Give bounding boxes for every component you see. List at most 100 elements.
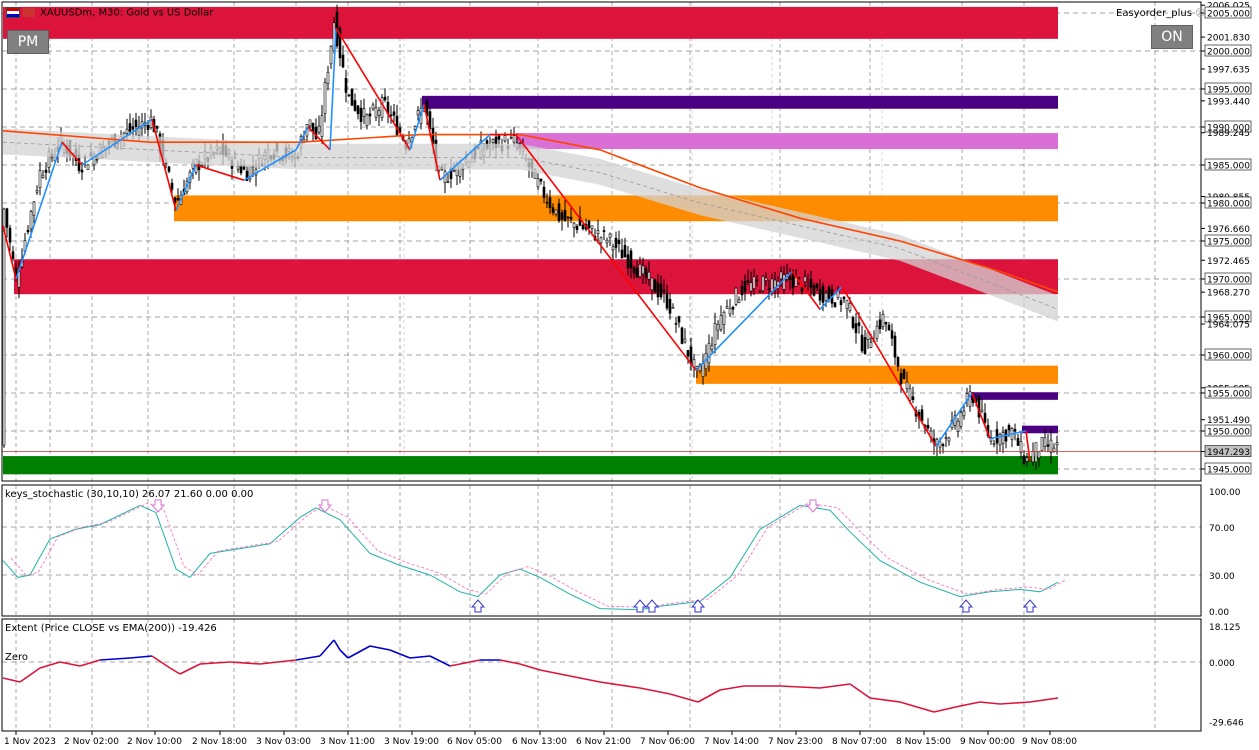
price-tick-label: 2001.830: [1207, 34, 1250, 44]
candle-body: [308, 119, 312, 127]
panel-frame: [1, 618, 1202, 732]
on-button[interactable]: ON: [1151, 25, 1193, 49]
time-tick-label: 7 Nov 06:00: [640, 737, 695, 747]
candle-body: [8, 227, 12, 243]
candle-body: [620, 249, 624, 259]
candle-body: [149, 116, 153, 129]
candle-body: [170, 182, 174, 190]
candle-body: [608, 233, 612, 238]
candle-body: [710, 345, 714, 350]
candle-body: [317, 125, 321, 133]
candle-body: [959, 412, 963, 427]
candle-body: [125, 128, 129, 134]
candle-body: [860, 334, 864, 352]
sell-arrow-icon: [805, 499, 821, 513]
candle-body: [845, 300, 849, 310]
price-tick-label: 1970.000: [1207, 276, 1250, 286]
candle-body: [1019, 441, 1023, 453]
chart-canvas[interactable]: 2006.0252005.0002001.8302000.0001997.635…: [0, 0, 1259, 750]
zone-rect: [516, 133, 1058, 150]
candle-body: [365, 114, 369, 127]
candle-body: [377, 110, 381, 116]
candle-body: [596, 230, 600, 234]
candle-body: [446, 181, 450, 183]
extent-tick-label: 0.000: [1209, 659, 1235, 669]
candle-body: [893, 335, 897, 358]
candle-body: [545, 201, 549, 204]
candle-body: [29, 211, 33, 230]
candle-body: [746, 280, 750, 283]
candle-body: [926, 424, 930, 429]
stoch-title: keys_stochastic (30,10,10) 26.07 21.60 0…: [5, 489, 254, 500]
candle-body: [614, 237, 618, 248]
extent-segment: [697, 689, 721, 703]
candle-body: [329, 45, 333, 65]
buy-arrow-icon: [470, 599, 486, 613]
candle-body: [1025, 457, 1029, 462]
candle-body: [1046, 444, 1050, 447]
candle-body: [86, 164, 90, 170]
candle-body: [38, 170, 42, 188]
candle-body: [503, 135, 507, 142]
time-tick-label: 6 Nov 13:00: [512, 737, 567, 747]
candle-body: [344, 78, 348, 93]
smiley-icon: ☺: [1195, 8, 1206, 19]
candle-body: [353, 100, 357, 111]
candle-body: [911, 396, 915, 400]
pm-button[interactable]: PM: [7, 30, 49, 54]
candle-body: [842, 296, 846, 300]
candle-body: [80, 169, 84, 173]
candle-body: [629, 250, 633, 269]
candle-body: [815, 283, 819, 288]
candle-body: [587, 220, 591, 229]
candle-body: [644, 268, 648, 278]
panel-frame: [1, 484, 1202, 617]
time-tick-label: 2 Nov 18:00: [192, 737, 247, 747]
extent-segment: [409, 655, 431, 659]
candle-body: [881, 314, 885, 327]
candle-body: [383, 96, 387, 101]
extent-segment: [179, 663, 201, 675]
time-tick-label: 9 Nov 00:00: [960, 737, 1015, 747]
zigzag-segment: [935, 392, 973, 447]
candle-body: [764, 277, 768, 281]
candle-body: [857, 322, 861, 327]
extent-segment: [719, 685, 745, 691]
candle-body: [656, 282, 660, 298]
price-tick-label: 1985.000: [1207, 162, 1250, 172]
extent-segment: [339, 649, 349, 659]
candle-body: [833, 302, 837, 308]
candle-body: [749, 282, 753, 292]
candle-body: [491, 139, 495, 143]
extent-segment: [639, 687, 671, 695]
candle-body: [416, 110, 420, 116]
candle-body: [956, 420, 960, 432]
candle-body: [536, 178, 540, 188]
window-menu-icon[interactable]: [6, 7, 20, 18]
time-tick-label: 2 Nov 10:00: [127, 737, 182, 747]
candle-body: [635, 267, 639, 278]
candle-body: [389, 114, 393, 117]
candle-body: [866, 332, 870, 340]
candle-body: [1049, 439, 1053, 453]
candle-body: [758, 291, 762, 293]
candle-body: [1022, 455, 1026, 464]
extent-segment: [519, 663, 541, 671]
candle-body: [719, 315, 723, 330]
extent-segment: [569, 675, 601, 683]
extent-segment: [539, 669, 571, 677]
candle-body: [356, 105, 360, 115]
candle-body: [716, 323, 720, 331]
extent-segment: [959, 701, 981, 707]
candle-body: [320, 115, 324, 137]
time-tick-label: 1 Nov 2023: [4, 737, 56, 747]
extent-zero-label: Zero: [5, 652, 29, 663]
price-tick-label: 1997.635: [1207, 65, 1250, 75]
candle-body: [983, 412, 987, 423]
extent-segment: [869, 697, 901, 703]
extent-segment: [449, 659, 481, 667]
candle-body: [668, 298, 672, 314]
zone-rect: [970, 392, 1058, 400]
candle-body: [236, 165, 240, 170]
candle-body: [713, 323, 717, 345]
